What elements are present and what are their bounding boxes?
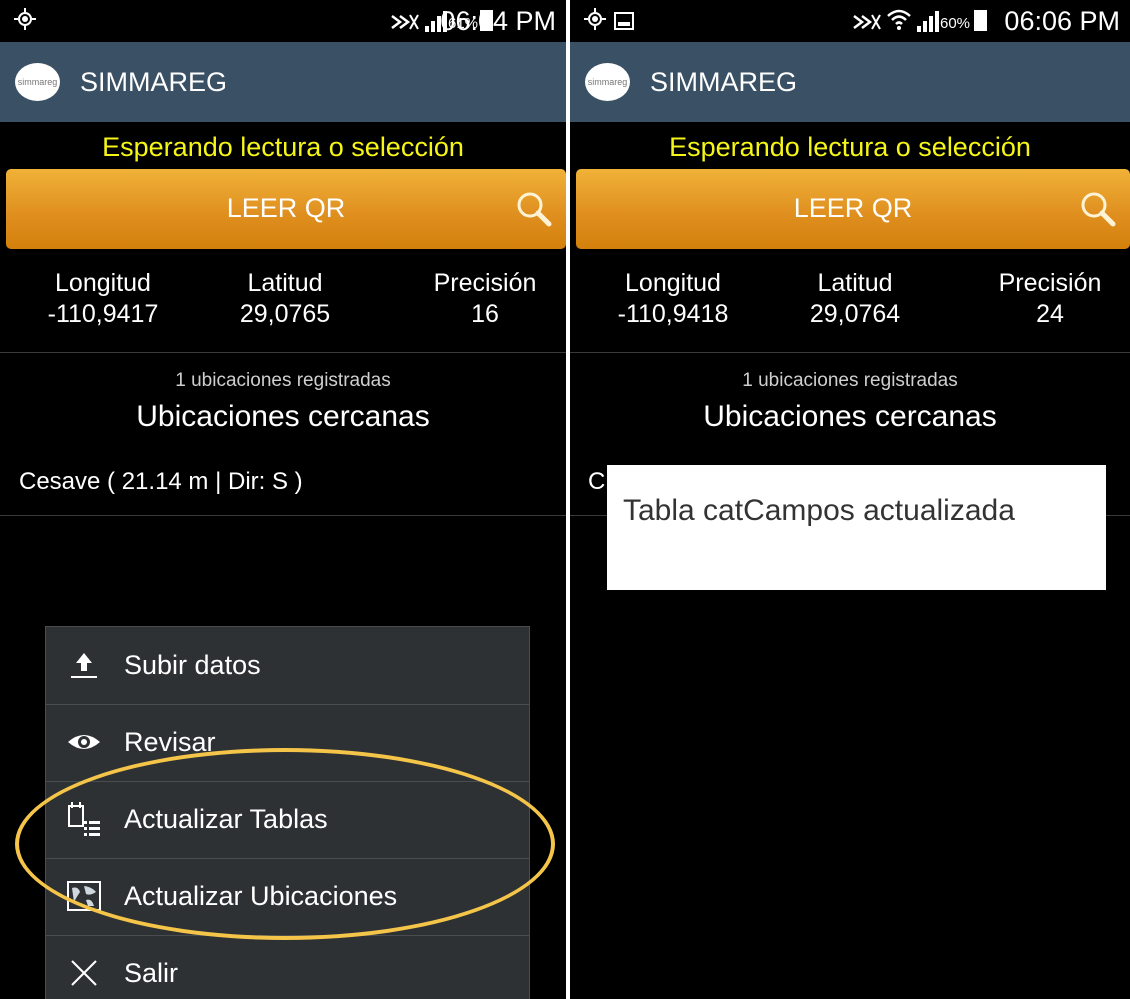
upload-icon (71, 653, 97, 678)
gps-icon (14, 8, 36, 30)
app-bar: simmareg SIMMAREG (570, 42, 1130, 122)
status-message: Esperando lectura o selección (669, 132, 1031, 162)
status-bar: 61% 06:04 PM (0, 0, 566, 42)
precision-label: Precisión (998, 269, 1102, 297)
latitude-value: 29,0764 (809, 300, 901, 328)
signal-icon (917, 11, 939, 32)
status-time: 06:04 PM (440, 6, 556, 36)
latitude-label: Latitud (247, 269, 323, 297)
close-icon (71, 960, 97, 986)
battery-icon (974, 10, 987, 31)
precision-value: 24 (1036, 300, 1064, 328)
precision-block: Precisión 24 (970, 268, 1130, 330)
coordinates-row: Longitud -110,9418 Latitud 29,0764 Preci… (570, 268, 1130, 352)
read-qr-button[interactable]: LEER QR (6, 169, 566, 249)
registered-count: 1 ubicaciones registradas (175, 370, 391, 391)
search-icon (1081, 192, 1116, 227)
eye-icon (68, 735, 100, 749)
status-time: 06:06 PM (1004, 6, 1120, 36)
read-qr-label: LEER QR (793, 193, 913, 223)
precision-value: 16 (471, 300, 499, 328)
read-qr-button[interactable]: LEER QR (576, 169, 1130, 249)
phone-screen-right: 60% 06:06 PM simmareg SIMMAREG Esperando… (570, 0, 1130, 999)
toast-text: Tabla catCampos actualizada (623, 494, 1015, 527)
app-logo[interactable]: simmareg (15, 63, 60, 101)
divider (0, 352, 566, 353)
read-qr-label: LEER QR (226, 193, 346, 223)
highlight-annotation (15, 748, 555, 940)
divider (0, 515, 566, 516)
nearby-title: Ubicaciones cercanas (703, 400, 997, 433)
app-title: SIMMAREG (650, 67, 798, 97)
gps-icon (584, 8, 606, 30)
divider (570, 352, 1130, 353)
menu-item-subir-datos[interactable]: Subir datos (46, 627, 529, 705)
menu-item-label: Salir (124, 958, 179, 988)
longitude-block: Longitud -110,9417 (28, 268, 178, 330)
menu-item-label: Subir datos (124, 650, 261, 680)
longitude-label: Longitud (55, 269, 151, 297)
image-icon (614, 12, 634, 30)
longitude-value: -110,9417 (47, 300, 159, 328)
location-item[interactable]: C (588, 468, 605, 496)
registered-count: 1 ubicaciones registradas (742, 370, 958, 391)
toast-message: Tabla catCampos actualizada (607, 465, 1106, 590)
latitude-value: 29,0765 (239, 300, 331, 328)
mute-icon (391, 14, 419, 30)
precision-block: Precisión 16 (405, 268, 565, 330)
longitude-block: Longitud -110,9418 (598, 268, 748, 330)
wifi-icon (887, 9, 911, 30)
search-icon (517, 192, 552, 227)
app-bar: simmareg SIMMAREG (0, 42, 566, 122)
longitude-label: Longitud (625, 269, 721, 297)
latitude-label: Latitud (817, 269, 893, 297)
coordinates-row: Longitud -110,9417 Latitud 29,0765 Preci… (0, 268, 566, 352)
menu-item-salir[interactable]: Salir (46, 935, 529, 999)
status-bar: 60% 06:06 PM (570, 0, 1130, 42)
mute-icon (853, 14, 881, 30)
app-logo[interactable]: simmareg (585, 63, 630, 101)
location-item[interactable]: Cesave ( 21.14 m | Dir: S ) (19, 468, 303, 496)
battery-percent: 60% (940, 15, 971, 32)
nearby-title: Ubicaciones cercanas (136, 400, 430, 433)
latitude-block: Latitud 29,0765 (210, 268, 360, 330)
phone-screen-left: 61% 06:04 PM simmareg SIMMAREG Esperando… (0, 0, 566, 999)
latitude-block: Latitud 29,0764 (780, 268, 930, 330)
precision-label: Precisión (433, 269, 537, 297)
status-message: Esperando lectura o selección (102, 132, 464, 162)
longitude-value: -110,9418 (617, 300, 729, 328)
app-title: SIMMAREG (80, 67, 228, 97)
